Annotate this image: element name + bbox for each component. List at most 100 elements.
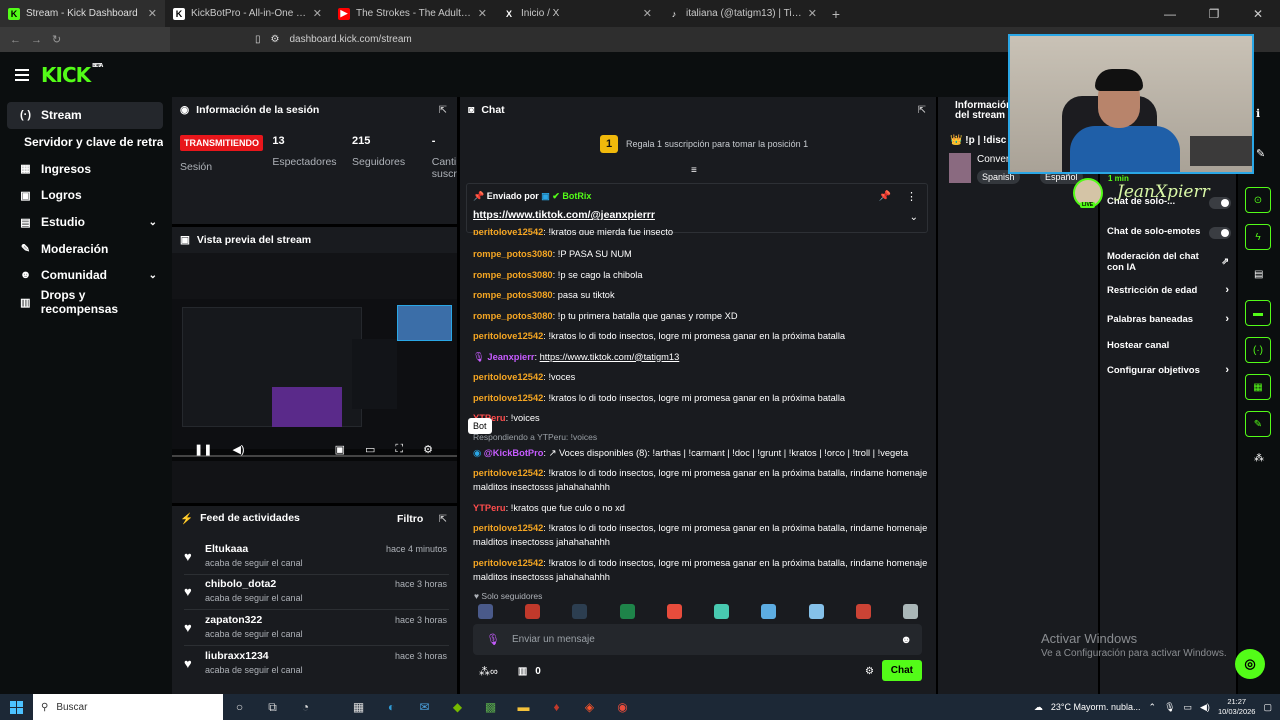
emote-icon[interactable] xyxy=(902,604,918,619)
pip-icon[interactable]: ▣ xyxy=(335,443,345,456)
chat-username[interactable]: rompe_potos3080 xyxy=(473,249,553,259)
clock[interactable]: 21:27 10/03/2026 xyxy=(1218,697,1256,717)
popout-icon[interactable]: ⇱ xyxy=(918,105,926,116)
chat-username[interactable]: peritolove12542 xyxy=(473,468,543,478)
nvidia-icon[interactable]: ◆ xyxy=(441,700,474,714)
chat-input-box[interactable]: 🎙 ☻ xyxy=(473,624,922,655)
chat-username[interactable]: peritolove12542 xyxy=(473,227,543,235)
volume-icon[interactable]: ◀) xyxy=(232,443,244,456)
brave-icon[interactable]: ◈ xyxy=(573,700,606,714)
kick-logo[interactable]: KICK BETA xyxy=(41,63,103,87)
chat-bubble-icon[interactable]: ▬ xyxy=(1245,300,1271,326)
close-icon[interactable]: ✕ xyxy=(643,7,652,20)
chat-username[interactable]: peritolove12542 xyxy=(473,558,543,568)
chat-username[interactable]: YTPeru xyxy=(473,503,506,513)
stream-preview-video[interactable]: ❚❚ ◀) ▣ ▭ ⛶ ⚙ xyxy=(172,299,457,461)
toggle-switch[interactable] xyxy=(1209,197,1231,209)
sidebar-item-stream[interactable]: (·) Stream xyxy=(7,102,163,129)
folder-icon[interactable]: ▬ xyxy=(507,700,540,714)
pinned-link[interactable]: https://www.tiktok.com/@jeanxpierrr xyxy=(473,209,655,221)
chat-username[interactable]: @KickBotPro xyxy=(484,448,544,458)
layout-icon[interactable]: ▦ xyxy=(1245,374,1271,400)
setting-banned-words[interactable]: Palabras baneadas › xyxy=(1107,314,1231,326)
kick-points-icon[interactable]: ⁂∞ xyxy=(479,665,498,678)
feed-user[interactable]: liubraxx1234 xyxy=(205,650,269,662)
close-icon[interactable]: ✕ xyxy=(313,7,322,20)
feed-user[interactable]: zapaton322 xyxy=(205,614,262,626)
chevron-up-icon[interactable]: ⌃ xyxy=(1149,702,1157,713)
close-window-icon[interactable]: ✕ xyxy=(1236,0,1280,27)
info-icon[interactable]: ℹ xyxy=(1256,107,1260,120)
sidebar-item-ingresos[interactable]: ▦ Ingresos xyxy=(7,155,163,182)
cortana-icon[interactable]: ○ xyxy=(223,700,256,714)
emote-icon[interactable] xyxy=(808,604,824,619)
setting-emotes-only[interactable]: Chat de solo-emotes xyxy=(1107,226,1231,239)
sidebar-item-comunidad[interactable]: ☻ Comunidad ⌄ xyxy=(7,262,163,289)
emote-icon[interactable] xyxy=(855,604,871,619)
edit-icon[interactable]: ✎ xyxy=(1256,147,1265,160)
emote-icon[interactable] xyxy=(761,604,777,619)
pause-icon[interactable]: ❚❚ xyxy=(194,443,212,456)
menu-icon[interactable] xyxy=(15,68,29,81)
chat-username[interactable]: rompe_potos3080 xyxy=(473,290,553,300)
app-icon[interactable]: ♦ xyxy=(540,700,573,714)
lightning-icon[interactable]: ϟ xyxy=(1245,224,1271,250)
support-icon[interactable]: ◎ xyxy=(1235,649,1265,679)
send-chat-button[interactable]: Chat xyxy=(881,660,922,681)
chat-input[interactable] xyxy=(511,634,901,645)
notifications-icon[interactable]: ▢ xyxy=(1263,702,1272,713)
setting-host-channel[interactable]: Hostear canal xyxy=(1107,340,1231,352)
new-tab-button[interactable]: + xyxy=(825,0,847,27)
url-text[interactable]: dashboard.kick.com/stream xyxy=(289,34,411,45)
close-icon[interactable]: ✕ xyxy=(148,7,157,20)
gift-icon[interactable]: ▥ xyxy=(518,666,527,677)
obs-icon[interactable]: ◉ xyxy=(606,700,639,714)
emote-icon[interactable] xyxy=(572,604,588,619)
gear-icon[interactable]: ⚙ xyxy=(423,443,433,456)
tab-youtube[interactable]: ▶ The Strokes - The Adults Are Talking ✕ xyxy=(330,0,495,27)
sidebar-item-moderacion[interactable]: ✎ Moderación xyxy=(7,235,163,262)
community-icon[interactable]: ⁂ xyxy=(1254,453,1264,464)
chat-username[interactable]: peritolove12542 xyxy=(473,523,543,533)
fullscreen-icon[interactable]: ⛶ xyxy=(395,443,403,456)
pinned-user[interactable]: BotRix xyxy=(562,191,591,201)
task-view-icon[interactable]: ⧉ xyxy=(256,700,289,715)
sidebar-item-logros[interactable]: ▣ Logros xyxy=(7,182,163,209)
network-icon[interactable]: ▭ xyxy=(1184,702,1193,713)
tab-tiktok[interactable]: ♪ italiana (@tatigm13) | TikTok ✕ xyxy=(660,0,825,27)
restore-icon[interactable]: ❐ xyxy=(1192,0,1236,27)
popout-icon[interactable]: ⇱ xyxy=(439,105,447,116)
popout-icon[interactable]: ⇱ xyxy=(439,514,447,525)
sidebar-item-estudio[interactable]: ▤ Estudio ⌄ xyxy=(7,209,163,236)
reload-icon[interactable]: ↻ xyxy=(52,33,61,46)
back-icon[interactable]: ← xyxy=(10,34,21,46)
gear-icon[interactable]: ⚙ xyxy=(865,666,874,677)
document-icon[interactable]: ▤ xyxy=(1254,269,1263,280)
chevron-down-icon[interactable]: ⌄ xyxy=(910,212,918,223)
toggle-switch[interactable] xyxy=(1209,227,1231,239)
emote-icon[interactable] xyxy=(478,604,493,619)
mail-icon[interactable]: ✉ xyxy=(408,700,441,714)
forward-icon[interactable]: → xyxy=(31,34,42,46)
more-icon[interactable]: ⋮ xyxy=(906,190,917,203)
theater-icon[interactable]: ▭ xyxy=(365,443,375,456)
chat-username[interactable]: peritolove12542 xyxy=(473,372,543,382)
chat-username[interactable]: Jeanxpierr xyxy=(487,352,534,362)
wrench-icon[interactable]: ✎ xyxy=(1245,411,1271,437)
weather-text[interactable]: 23°C Mayorm. nubla... xyxy=(1051,702,1141,712)
mic-icon[interactable]: 🎙 xyxy=(1164,702,1175,713)
pin-icon[interactable]: 📌 xyxy=(879,191,891,202)
minimize-icon[interactable]: — xyxy=(1148,0,1192,27)
setting-age-restriction[interactable]: Restricción de edad › xyxy=(1107,285,1231,297)
setting-goals[interactable]: Configurar objetivos › xyxy=(1107,365,1231,377)
sidebar-item-drops[interactable]: ▥ Drops y recompensas xyxy=(7,288,163,316)
tab-kick-dashboard[interactable]: K Stream - Kick Dashboard ✕ xyxy=(0,0,165,27)
chat-username[interactable]: rompe_potos3080 xyxy=(473,270,553,280)
setting-ai-moderation[interactable]: Moderación del chat con IA ⇗ xyxy=(1107,251,1229,273)
collapse-icon[interactable]: ≡ xyxy=(691,165,697,176)
feed-user[interactable]: Eltukaaa xyxy=(205,543,248,555)
clip-icon[interactable]: ⊙ xyxy=(1245,187,1271,213)
filter-button[interactable]: Filtro xyxy=(397,513,423,525)
minecraft-icon[interactable]: ▩ xyxy=(474,700,507,714)
sidebar-item-server-key[interactable]: Servidor y clave de retransmisión xyxy=(7,129,163,156)
